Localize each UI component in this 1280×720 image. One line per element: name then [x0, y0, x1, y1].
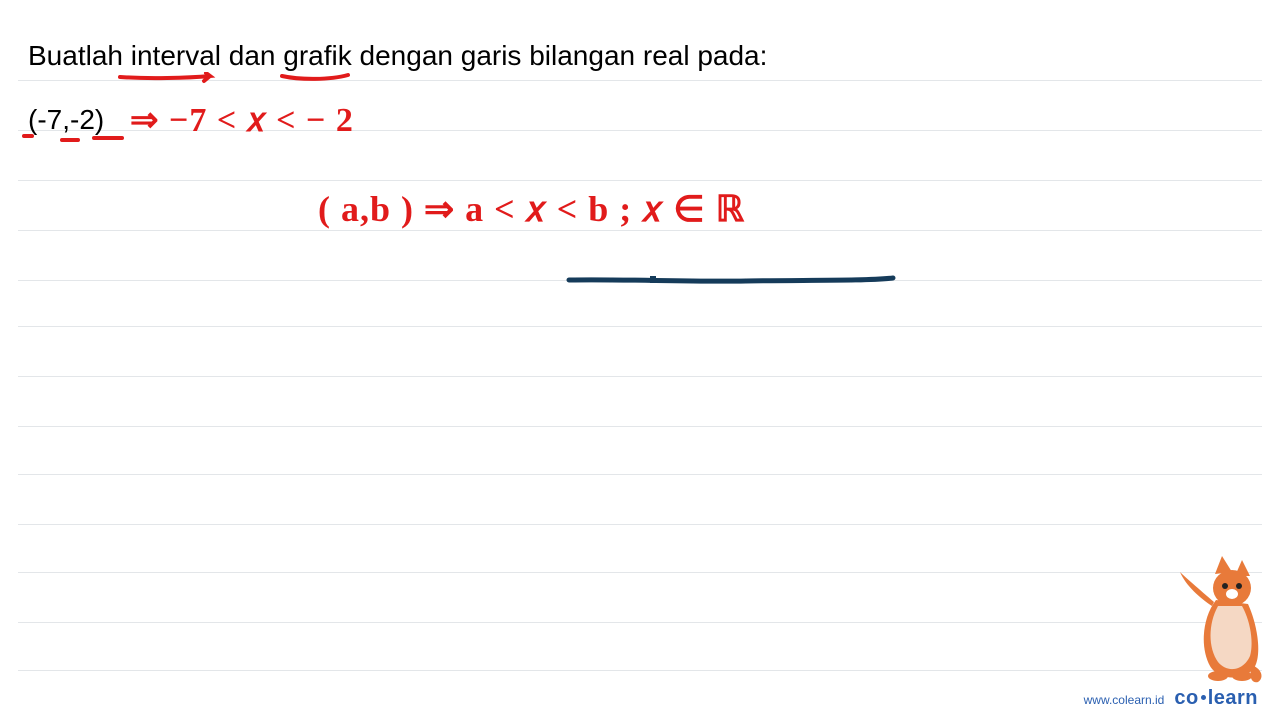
rule-line — [18, 524, 1262, 525]
rule-line — [18, 426, 1262, 427]
footer-site-url: www.colearn.id — [1084, 693, 1165, 707]
question-text: Buatlah interval dan grafik dengan garis… — [28, 40, 767, 72]
rule-line — [18, 670, 1262, 671]
rule-line — [18, 180, 1262, 181]
cat-mascot-icon — [1172, 548, 1262, 688]
underline-interval-word — [118, 72, 218, 84]
underline-interval-value — [20, 132, 130, 148]
handwritten-general-form: ( a,b ) ⇒ a < 𝑥 < b ; 𝑥 ∈ ℝ — [318, 188, 745, 231]
rule-line — [18, 326, 1262, 327]
paper-background: Buatlah interval dan grafik dengan garis… — [0, 0, 1280, 720]
handwritten-expansion: ⇒ −7 < 𝑥 < − 2 — [130, 100, 354, 140]
brand-suffix: learn — [1208, 687, 1258, 709]
number-line-drawing — [566, 270, 896, 290]
brand-prefix: co — [1174, 687, 1198, 709]
rule-line — [18, 376, 1262, 377]
brand-dot-icon — [1201, 695, 1206, 700]
footer: www.colearn.id colearn — [1084, 687, 1258, 710]
rule-line — [18, 474, 1262, 475]
footer-brand: colearn — [1174, 687, 1258, 710]
rule-line — [18, 572, 1262, 573]
underline-grafik-word — [280, 72, 350, 84]
rule-line — [18, 622, 1262, 623]
